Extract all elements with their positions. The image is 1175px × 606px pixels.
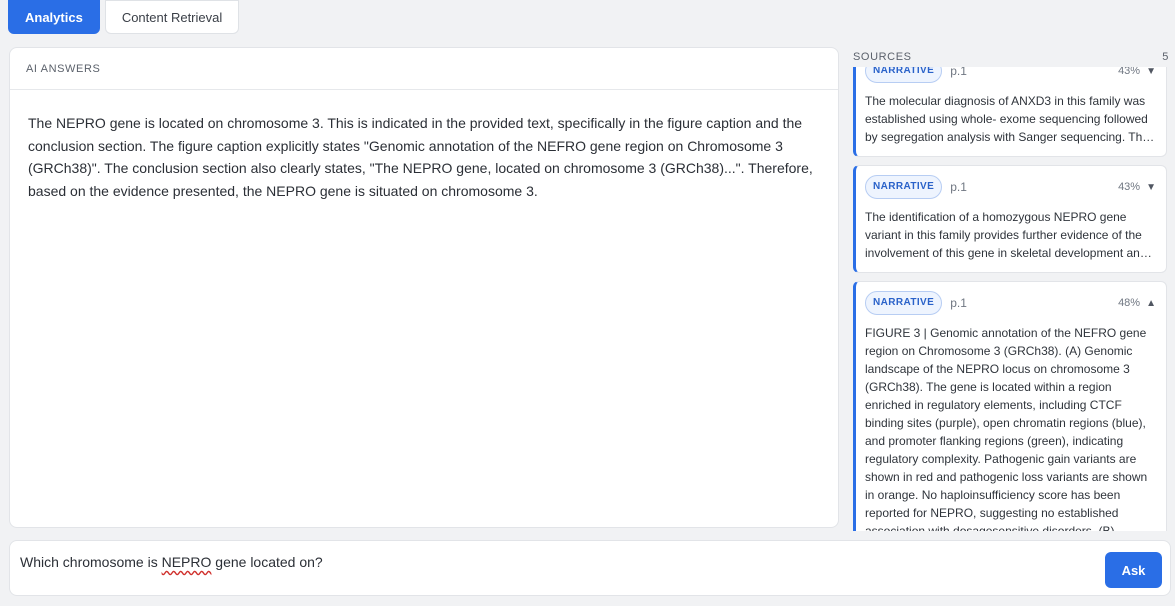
- question-text-end: gene located on?: [211, 554, 323, 570]
- tab-bar: Analytics Content Retrieval: [8, 0, 240, 34]
- source-score: 43% ▼: [1118, 181, 1156, 193]
- source-excerpt: The identification of a homozygous NEPRO…: [865, 210, 1147, 260]
- sources-count: 5: [1162, 51, 1169, 63]
- source-page: p.1: [950, 296, 967, 310]
- source-type-badge: NARRATIVE: [865, 67, 943, 83]
- source-card[interactable]: NARRATIVE p.1 48% ▲ FIGURE 3 | Genomic a…: [853, 281, 1167, 531]
- tab-content-retrieval[interactable]: Content Retrieval: [104, 0, 240, 34]
- source-score: 43% ▼: [1118, 67, 1156, 77]
- spellcheck-flagged-word: NEPRO: [161, 554, 212, 570]
- sources-panel: SOURCES 5 NARRATIVE p.1 43% ▼ The molecu…: [853, 47, 1175, 531]
- source-excerpt: The molecular diagnosis of ANXD3 in this…: [865, 94, 1151, 144]
- chevron-down-icon[interactable]: ▼: [1146, 67, 1156, 77]
- question-text-start: Which chromosome is: [20, 554, 162, 570]
- ai-answer-text: The NEPRO gene is located on chromosome …: [28, 115, 813, 199]
- chevron-up-icon[interactable]: ▲: [1146, 298, 1156, 309]
- source-page: p.1: [950, 180, 967, 194]
- ask-button[interactable]: Ask: [1105, 552, 1162, 588]
- source-card[interactable]: NARRATIVE p.1 43% ▼ The identification o…: [853, 165, 1167, 273]
- question-input[interactable]: Which chromosome is NEPRO gene located o…: [20, 547, 1100, 577]
- chevron-down-icon[interactable]: ▼: [1146, 182, 1156, 193]
- ai-answers-panel: AI ANSWERS The NEPRO gene is located on …: [9, 47, 839, 528]
- sources-title: SOURCES: [853, 51, 912, 63]
- sources-header: SOURCES 5: [853, 47, 1175, 67]
- sources-list[interactable]: NARRATIVE p.1 43% ▼ The molecular diagno…: [853, 67, 1175, 531]
- source-excerpt: FIGURE 3 | Genomic annotation of the NEF…: [865, 326, 1148, 531]
- source-score-value: 48%: [1118, 297, 1141, 309]
- source-card[interactable]: NARRATIVE p.1 43% ▼ The molecular diagno…: [853, 67, 1167, 157]
- tab-analytics[interactable]: Analytics: [8, 0, 100, 34]
- source-type-badge: NARRATIVE: [865, 175, 943, 199]
- question-bar: Which chromosome is NEPRO gene located o…: [9, 540, 1171, 596]
- source-score-value: 43%: [1118, 67, 1141, 77]
- ai-answers-header: AI ANSWERS: [10, 48, 838, 90]
- source-page: p.1: [950, 67, 967, 78]
- source-score-value: 43%: [1118, 181, 1141, 193]
- source-score: 48% ▲: [1118, 297, 1156, 309]
- source-type-badge: NARRATIVE: [865, 291, 943, 315]
